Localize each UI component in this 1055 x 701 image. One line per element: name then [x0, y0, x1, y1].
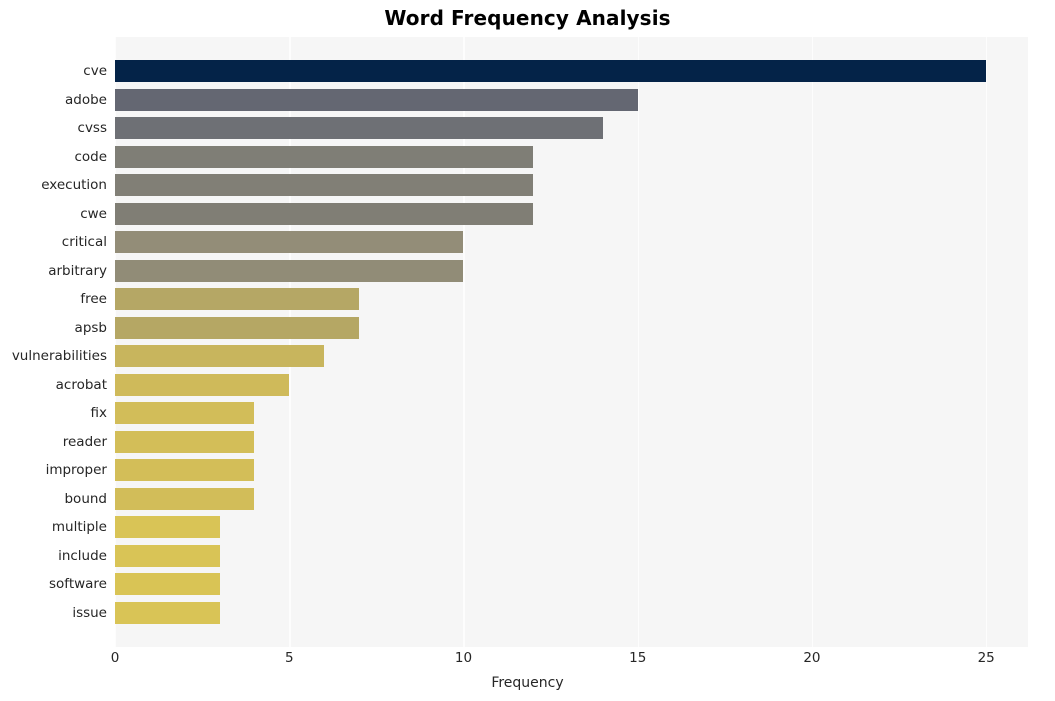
x-tick-label-25: 25 — [977, 650, 995, 666]
bar-include — [115, 544, 220, 567]
x-tick-label-5: 5 — [284, 650, 294, 666]
bar-row — [115, 228, 1028, 257]
bar-bound — [115, 487, 255, 510]
y-tick-label-bound: bound — [64, 490, 107, 507]
y-tick-label-cve: cve — [83, 63, 107, 80]
bar-issue — [115, 601, 220, 624]
bar-cwe — [115, 202, 534, 225]
y-tick-label-fix: fix — [90, 405, 108, 422]
bar-cve — [115, 60, 987, 83]
bar-critical — [115, 231, 464, 254]
bar-row — [115, 542, 1028, 571]
y-tick-label-cvss: cvss — [77, 120, 107, 137]
chart-title: Word Frequency Analysis — [384, 6, 671, 30]
bar-row — [115, 142, 1028, 171]
bar-row — [115, 114, 1028, 143]
bar-free — [115, 288, 359, 311]
y-tick-label-apsb: apsb — [74, 319, 107, 336]
bar-improper — [115, 459, 255, 482]
y-tick-label-multiple: multiple — [51, 519, 107, 536]
bar-row — [115, 428, 1028, 457]
x-axis-label: Frequency — [491, 675, 564, 691]
y-tick-label-vulnerabilities: vulnerabilities — [11, 348, 107, 365]
bar-row — [115, 256, 1028, 285]
bar-row — [115, 285, 1028, 314]
y-tick-label-acrobat: acrobat — [55, 376, 107, 393]
bar-apsb — [115, 316, 359, 339]
bar-multiple — [115, 516, 220, 539]
x-tick-label-15: 15 — [629, 650, 647, 666]
y-tick-label-software: software — [49, 576, 107, 593]
y-tick-label-critical: critical — [61, 234, 107, 251]
bar-row — [115, 199, 1028, 228]
y-axis-category-labels: cve adobe cvss code execution cwe critical arbi… — [0, 37, 107, 647]
x-tick-label-20: 20 — [803, 650, 821, 666]
bar-row — [115, 85, 1028, 114]
y-tick-label-adobe: adobe — [65, 91, 107, 108]
bar-fix — [115, 402, 255, 425]
bar-row — [115, 371, 1028, 400]
bar-vulnerabilities — [115, 345, 325, 368]
y-tick-label-free: free — [80, 291, 107, 308]
y-tick-label-issue: issue — [72, 604, 107, 621]
y-tick-label-reader: reader — [62, 433, 107, 450]
y-tick-label-code: code — [74, 148, 107, 165]
bar-row — [115, 342, 1028, 371]
bars-layer — [115, 37, 1028, 647]
bar-execution — [115, 174, 534, 197]
bar-reader — [115, 430, 255, 453]
bar-row — [115, 485, 1028, 514]
y-tick-label-arbitrary: arbitrary — [48, 262, 107, 279]
word-frequency-chart-figure: Word Frequency Analysis cve adobe cvss code… — [0, 0, 1055, 701]
bar-software — [115, 573, 220, 596]
bar-row — [115, 456, 1028, 485]
bar-adobe — [115, 88, 638, 111]
bar-row — [115, 171, 1028, 200]
bar-acrobat — [115, 373, 290, 396]
bar-cvss — [115, 117, 603, 140]
y-tick-label-improper: improper — [45, 462, 107, 479]
bar-arbitrary — [115, 259, 464, 282]
bar-code — [115, 145, 534, 168]
bar-row — [115, 599, 1028, 628]
bar-row — [115, 399, 1028, 428]
x-tick-label-0: 0 — [110, 650, 120, 666]
bar-row — [115, 513, 1028, 542]
bar-row — [115, 570, 1028, 599]
y-tick-label-include: include — [58, 547, 107, 564]
plot-area — [115, 37, 1028, 647]
bar-row — [115, 313, 1028, 342]
y-tick-label-execution: execution — [41, 177, 107, 194]
x-axis-tick-labels: 0 5 10 15 20 25 — [0, 650, 1055, 670]
bar-row — [115, 57, 1028, 86]
x-tick-label-10: 10 — [454, 650, 473, 666]
y-tick-label-cwe: cwe — [80, 205, 107, 222]
